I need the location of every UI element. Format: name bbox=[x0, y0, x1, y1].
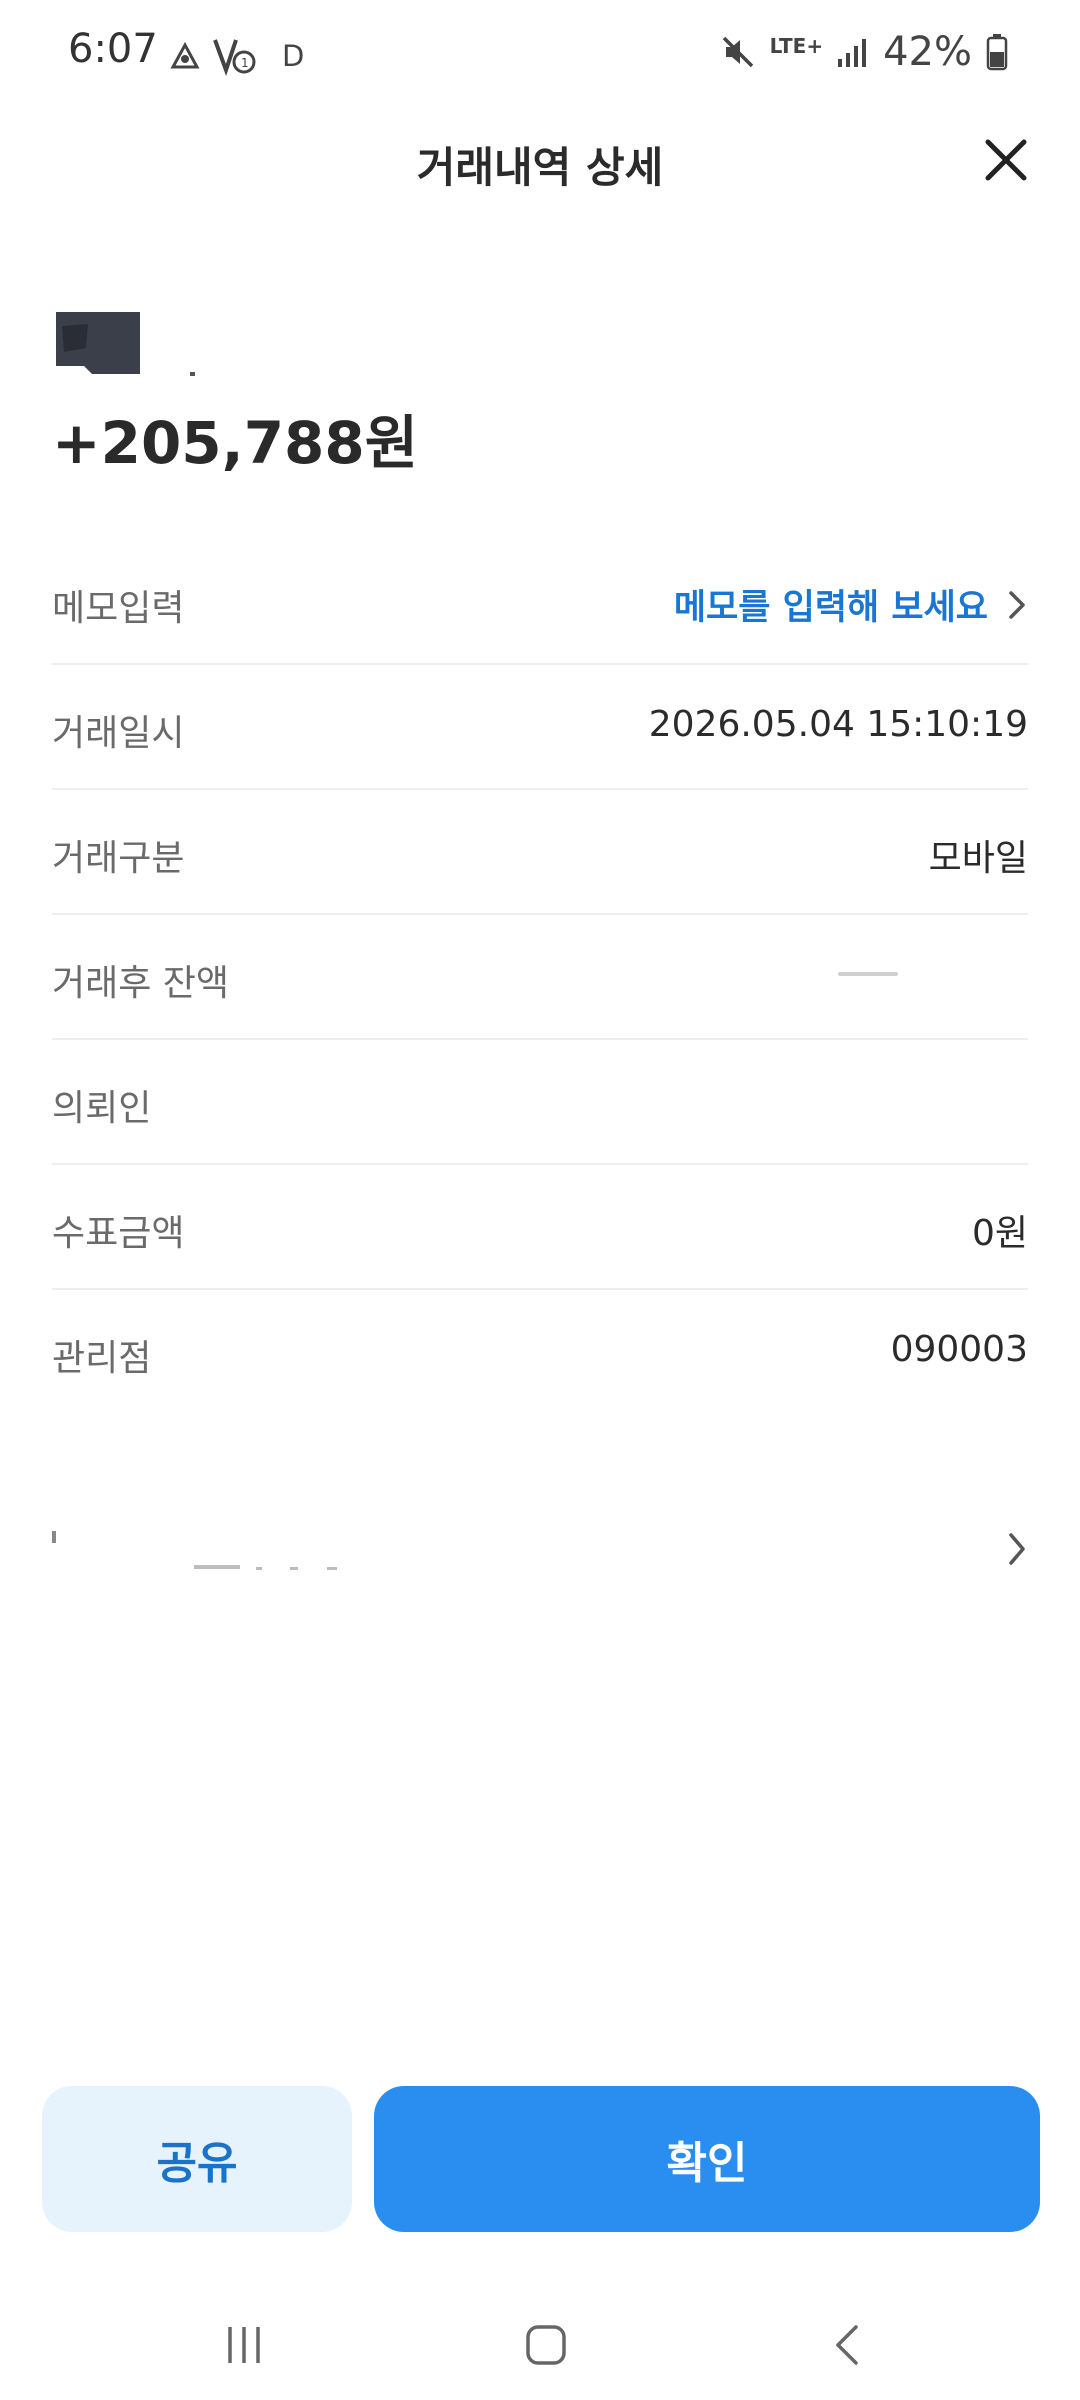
branch-label: 관리점 bbox=[52, 1338, 152, 1379]
branch-value: 090003 bbox=[890, 1329, 1028, 1370]
signal-icon bbox=[838, 39, 867, 67]
chevron-right-icon bbox=[1009, 590, 1025, 619]
row-balance: 거래후 잔액 bbox=[52, 916, 1028, 1040]
masked-text-fragment bbox=[190, 372, 195, 376]
memo-link-text: 메모를 입력해 보세요 bbox=[673, 588, 988, 628]
requester-label: 의뢰인 bbox=[52, 1088, 152, 1129]
battery-percent: 42% bbox=[883, 29, 972, 75]
recent-apps-button[interactable] bbox=[204, 2312, 284, 2378]
transaction-type-value: 모바일 bbox=[928, 838, 1028, 879]
top-bar: 거래내역 상세 bbox=[0, 110, 1080, 210]
system-navigation-bar bbox=[0, 2290, 1080, 2400]
close-icon bbox=[985, 139, 1027, 181]
masked-counterparty-name bbox=[52, 308, 144, 378]
transaction-type-label: 거래구분 bbox=[52, 838, 185, 879]
close-button[interactable] bbox=[980, 134, 1032, 186]
share-button[interactable]: 공유 bbox=[42, 2086, 352, 2232]
notification-icons: 1 D bbox=[168, 36, 304, 76]
row-transaction-type: 거래구분 모바일 bbox=[52, 791, 1028, 915]
back-button[interactable] bbox=[808, 2312, 888, 2378]
masked-balance-value bbox=[838, 972, 898, 976]
row-branch: 관리점 090003 bbox=[52, 1291, 1028, 1415]
vpn-notification-icon: 1 bbox=[213, 39, 256, 76]
datetime-label: 거래일시 bbox=[52, 713, 185, 754]
page-title: 거래내역 상세 bbox=[416, 143, 664, 192]
check-amount-label: 수표금액 bbox=[52, 1213, 185, 1254]
network-type: LTE+ bbox=[769, 34, 824, 58]
status-right-icons: LTE+ 42% bbox=[720, 26, 1008, 78]
datetime-value: 2026.05.04 15:10:19 bbox=[648, 704, 1028, 745]
row-datetime: 거래일시 2026.05.04 15:10:19 bbox=[52, 666, 1028, 790]
memo-label: 메모입력 bbox=[52, 588, 185, 629]
confirm-button[interactable]: 확인 bbox=[374, 2086, 1040, 2232]
transaction-amount: +205,788원 bbox=[52, 409, 419, 477]
recent-apps-icon bbox=[228, 2327, 260, 2363]
home-icon bbox=[526, 2325, 566, 2365]
back-icon bbox=[836, 2325, 858, 2365]
battery-icon bbox=[986, 34, 1008, 71]
app-notification-icon bbox=[170, 41, 200, 69]
check-amount-value: 0원 bbox=[971, 1213, 1028, 1254]
status-bar: 6:07 1 D LTE+ 42% bbox=[0, 0, 1080, 105]
row-memo: 메모입력 메모를 입력해 보세요 bbox=[52, 541, 1028, 665]
masked-text-fragment bbox=[290, 1567, 298, 1570]
chevron-right-icon bbox=[1009, 1533, 1025, 1565]
masked-link-row[interactable] bbox=[52, 1505, 1028, 1595]
memo-input-link[interactable]: 메모를 입력해 보세요 bbox=[674, 579, 1028, 630]
masked-text-fragment bbox=[194, 1565, 240, 1569]
row-check-amount: 수표금액 0원 bbox=[52, 1166, 1028, 1290]
masked-text-fragment bbox=[256, 1567, 262, 1570]
home-button[interactable] bbox=[506, 2312, 586, 2378]
transaction-detail-screen: 6:07 1 D LTE+ 42% 거래내역 상세 +205,788원 메모입력… bbox=[0, 0, 1080, 2400]
row-requester: 의뢰인 bbox=[52, 1041, 1028, 1165]
masked-text-fragment bbox=[327, 1567, 337, 1570]
mute-icon bbox=[722, 36, 753, 68]
svg-text:1: 1 bbox=[241, 56, 249, 70]
balance-label: 거래후 잔액 bbox=[52, 963, 230, 1004]
status-time: 6:07 bbox=[68, 26, 158, 72]
carrier-letter: D bbox=[282, 39, 305, 73]
masked-text-fragment bbox=[52, 1531, 56, 1543]
